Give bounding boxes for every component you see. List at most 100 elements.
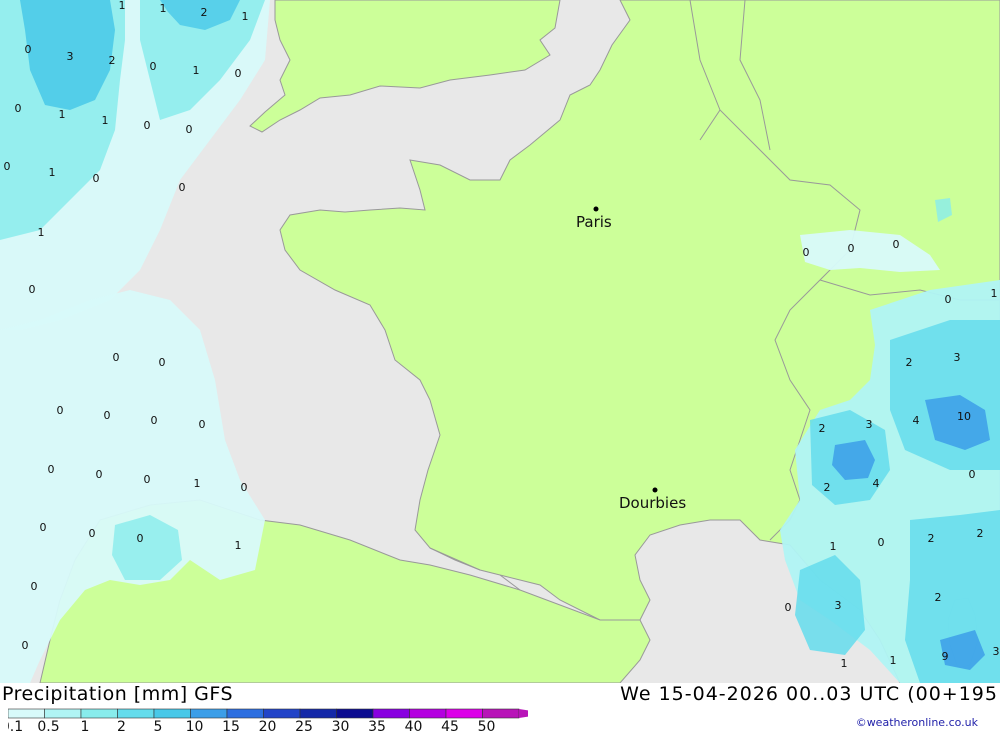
- precip-value-label: 3: [954, 351, 961, 364]
- precip-value-label: 0: [57, 404, 64, 417]
- city-label: Paris: [576, 213, 612, 231]
- legend-label: 30: [332, 719, 350, 733]
- legend-label: 45: [441, 719, 459, 733]
- precip-value-label: 0: [893, 238, 900, 251]
- precip-value-label: 0: [93, 172, 100, 185]
- precip-value-label: 0: [15, 102, 22, 115]
- legend-swatch: [263, 708, 301, 719]
- precip-value-label: 1: [49, 166, 56, 179]
- precip-value-label: 2: [824, 481, 831, 494]
- legend-swatch: [117, 708, 155, 719]
- precip-legend: 0.10.5125101520253035404550: [8, 708, 528, 733]
- precip-value-label: 0: [179, 181, 186, 194]
- precip-value-label: 0: [785, 601, 792, 614]
- precip-value-label: 1: [194, 477, 201, 490]
- city-marker: [593, 206, 599, 212]
- precip-value-label: 0: [186, 123, 193, 136]
- precip-value-label: 0: [159, 356, 166, 369]
- credit-link[interactable]: ©weatheronline.co.uk: [856, 716, 978, 729]
- precip-value-label: 1: [102, 114, 109, 127]
- precip-value-label: 0: [113, 351, 120, 364]
- footer-bar: Precipitation [mm] GFS We 15-04-2026 00.…: [0, 683, 1000, 733]
- map-title: Precipitation [mm] GFS: [2, 683, 234, 705]
- precip-value-label: 0: [22, 639, 29, 652]
- precip-value-label: 0: [144, 473, 151, 486]
- precip-value-label: 0: [40, 521, 47, 534]
- precip-value-label: 0: [199, 418, 206, 431]
- precip-value-label: 1: [841, 657, 848, 670]
- legend-swatch: [336, 708, 374, 719]
- precip-value-label: 10: [957, 410, 971, 423]
- precip-value-label: 0: [241, 481, 248, 494]
- precip-value-label: 1: [991, 287, 998, 300]
- legend-label: 5: [154, 719, 163, 733]
- legend-label: 2: [117, 719, 126, 733]
- precip-value-label: 0: [29, 283, 36, 296]
- precip-value-label: 1: [160, 2, 167, 15]
- precip-value-label: 3: [835, 599, 842, 612]
- precip-value-label: 0: [848, 242, 855, 255]
- precip-value-label: 4: [913, 414, 920, 427]
- precip-value-label: 1: [242, 10, 249, 23]
- legend-swatch: [482, 708, 520, 719]
- legend-swatch: [409, 708, 447, 719]
- precip-value-label: 0: [137, 532, 144, 545]
- precip-value-label: 0: [144, 119, 151, 132]
- precip-value-label: 2: [109, 54, 116, 67]
- legend-swatch: [80, 708, 118, 719]
- precip-value-label: 0: [96, 468, 103, 481]
- precip-value-label: 0: [104, 409, 111, 422]
- precip-value-label: 0: [969, 468, 976, 481]
- legend-label: 0.1: [8, 719, 23, 733]
- precip-value-label: 3: [993, 645, 1000, 658]
- precip-value-label: 2: [977, 527, 984, 540]
- legend-label: 40: [405, 719, 423, 733]
- legend-swatch: [44, 708, 82, 719]
- legend-label: 50: [478, 719, 496, 733]
- precip-value-label: 0: [878, 536, 885, 549]
- legend-label: 25: [295, 719, 313, 733]
- precip-value-label: 2: [819, 422, 826, 435]
- legend-swatch: [372, 708, 410, 719]
- precip-value-label: 0: [4, 160, 11, 173]
- precip-value-label: 0: [151, 414, 158, 427]
- precip-value-label: 1: [830, 540, 837, 553]
- precip-value-label: 1: [119, 0, 126, 12]
- legend-arrow: [519, 709, 528, 718]
- precip-value-label: 1: [59, 108, 66, 121]
- legend-label: 20: [259, 719, 277, 733]
- precip-value-label: 4: [873, 477, 880, 490]
- legend-label: 35: [368, 719, 386, 733]
- city-marker: [652, 487, 658, 493]
- precip-band-east: [890, 320, 1000, 470]
- legend-swatch: [190, 708, 228, 719]
- legend-label: 15: [222, 719, 240, 733]
- precip-value-label: 9: [942, 650, 949, 663]
- precipitation-map: Paris Dourbies 12 113 201001 100 01 001000 00 0…: [0, 0, 1000, 683]
- precip-value-label: 0: [48, 463, 55, 476]
- precip-value-label: 1: [890, 654, 897, 667]
- legend-label: 0.5: [37, 719, 59, 733]
- precip-value-label: 2: [928, 532, 935, 545]
- valid-time: We 15-04-2026 00..03 UTC (00+195: [620, 683, 998, 705]
- legend-swatch: [445, 708, 483, 719]
- legend-swatch: [153, 708, 191, 719]
- city-label: Dourbies: [619, 494, 686, 512]
- precip-value-label: 0: [31, 580, 38, 593]
- precip-value-label: 2: [201, 6, 208, 19]
- precip-value-label: 3: [67, 50, 74, 63]
- legend-label: 10: [186, 719, 204, 733]
- precip-value-label: 1: [235, 539, 242, 552]
- legend-swatch: [226, 708, 264, 719]
- legend-swatch: [8, 708, 45, 719]
- legend-swatch: [299, 708, 337, 719]
- precip-value-label: 0: [235, 67, 242, 80]
- precip-value-label: 3: [866, 418, 873, 431]
- precip-value-label: 1: [38, 226, 45, 239]
- precip-value-label: 1: [193, 64, 200, 77]
- precip-value-label: 0: [89, 527, 96, 540]
- precip-value-label: 2: [906, 356, 913, 369]
- legend-label: 1: [81, 719, 90, 733]
- map-frame: Paris Dourbies 1211320100110001001000000…: [0, 0, 1000, 733]
- precip-value-label: 2: [935, 591, 942, 604]
